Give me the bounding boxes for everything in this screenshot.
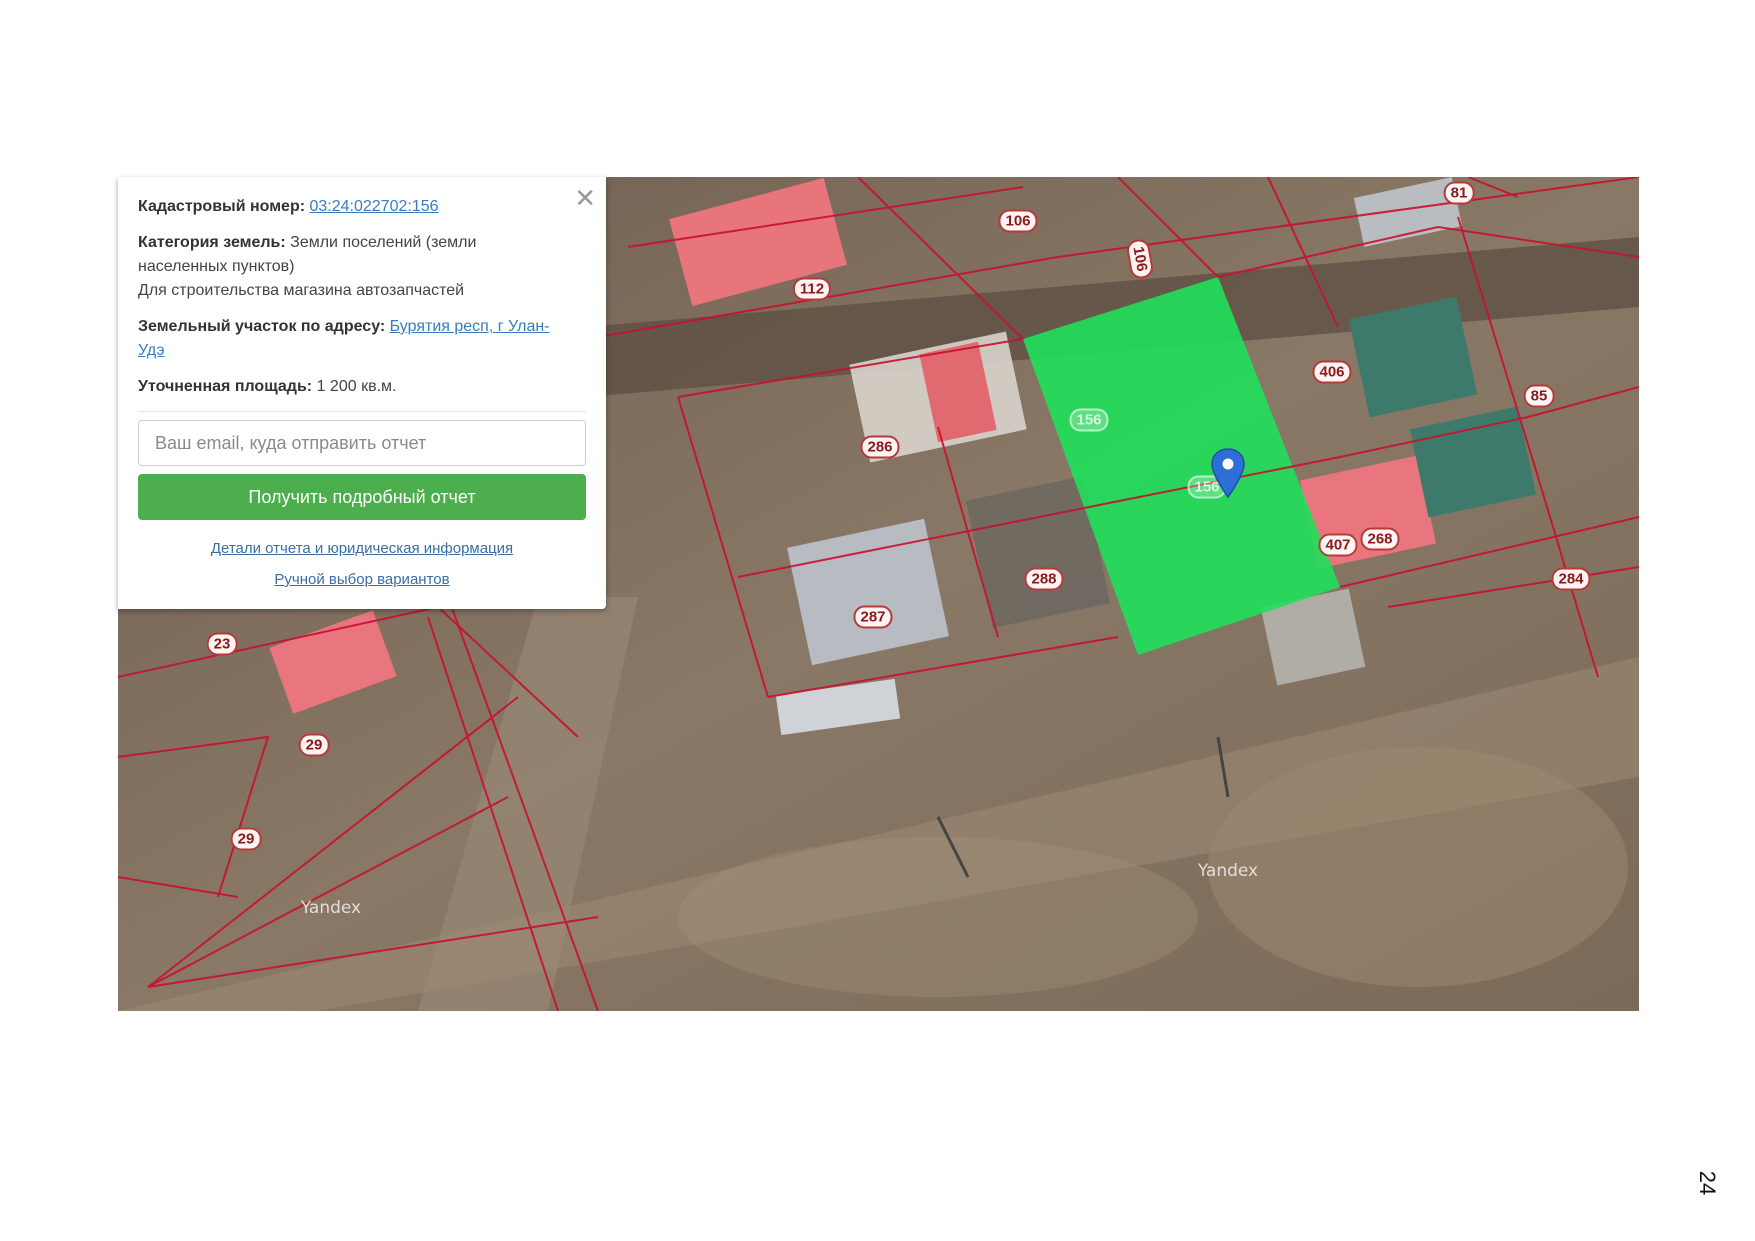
parcel-label: 406 — [1312, 360, 1352, 384]
parcel-label: 288 — [1024, 567, 1064, 591]
get-report-button[interactable]: Получить подробный отчет — [138, 474, 586, 520]
details-link-row: Детали отчета и юридическая информация — [138, 540, 586, 557]
area-row: Уточненная площадь: 1 200 кв.м. — [138, 375, 586, 399]
area-label: Уточненная площадь: — [138, 378, 313, 395]
divider — [138, 411, 586, 412]
email-input[interactable] — [138, 420, 586, 466]
cadastral-number-link[interactable]: 03:24:022702:156 — [310, 198, 439, 215]
cadastral-row: Кадастровый номер: 03:24:022702:156 — [138, 195, 586, 219]
map-watermark: Yandex — [300, 898, 362, 918]
category-value: Земли поселений (земли — [290, 234, 477, 251]
parcel-label: 286 — [860, 435, 900, 459]
cadastral-label: Кадастровый номер: — [138, 198, 306, 215]
parcel-label: 85 — [1523, 384, 1555, 408]
parcel-label: 29 — [298, 733, 330, 757]
parcel-label: 81 — [1443, 181, 1475, 205]
category-label: Категория земель: — [138, 234, 286, 251]
category-purpose: Для строительства магазина автозапчастей — [138, 282, 465, 299]
page-number: 24 — [1695, 1170, 1721, 1196]
parcel-label: 287 — [853, 605, 893, 629]
parcel-label: 156 — [1069, 408, 1109, 432]
parcel-info-popup: ✕ Кадастровый номер: 03:24:022702:156 Ка… — [118, 177, 606, 609]
parcel-label: 23 — [206, 632, 238, 656]
parcel-label: 407 — [1318, 533, 1358, 557]
report-details-link[interactable]: Детали отчета и юридическая информация — [211, 540, 513, 557]
address-link-cont[interactable]: Удэ — [138, 342, 165, 359]
category-value-cont: населенных пунктов) — [138, 258, 295, 275]
category-row: Категория земель: Земли поселений (земли… — [138, 231, 586, 303]
close-icon[interactable]: ✕ — [574, 185, 596, 211]
parcel-label: 29 — [230, 827, 262, 851]
manual-select-link[interactable]: Ручной выбор вариантов — [274, 571, 449, 588]
parcel-label: 284 — [1551, 567, 1591, 591]
address-row: Земельный участок по адресу: Бурятия рес… — [138, 315, 586, 363]
parcel-label: 106 — [998, 209, 1038, 233]
map-watermark: Yandex — [1197, 861, 1259, 881]
parcel-label: 268 — [1360, 527, 1400, 551]
address-label: Земельный участок по адресу: — [138, 318, 386, 335]
address-link[interactable]: Бурятия респ, г Улан- — [390, 318, 550, 335]
area-value: 1 200 кв.м. — [316, 378, 397, 395]
parcel-label: 112 — [792, 277, 832, 301]
manual-link-row: Ручной выбор вариантов — [138, 571, 586, 588]
